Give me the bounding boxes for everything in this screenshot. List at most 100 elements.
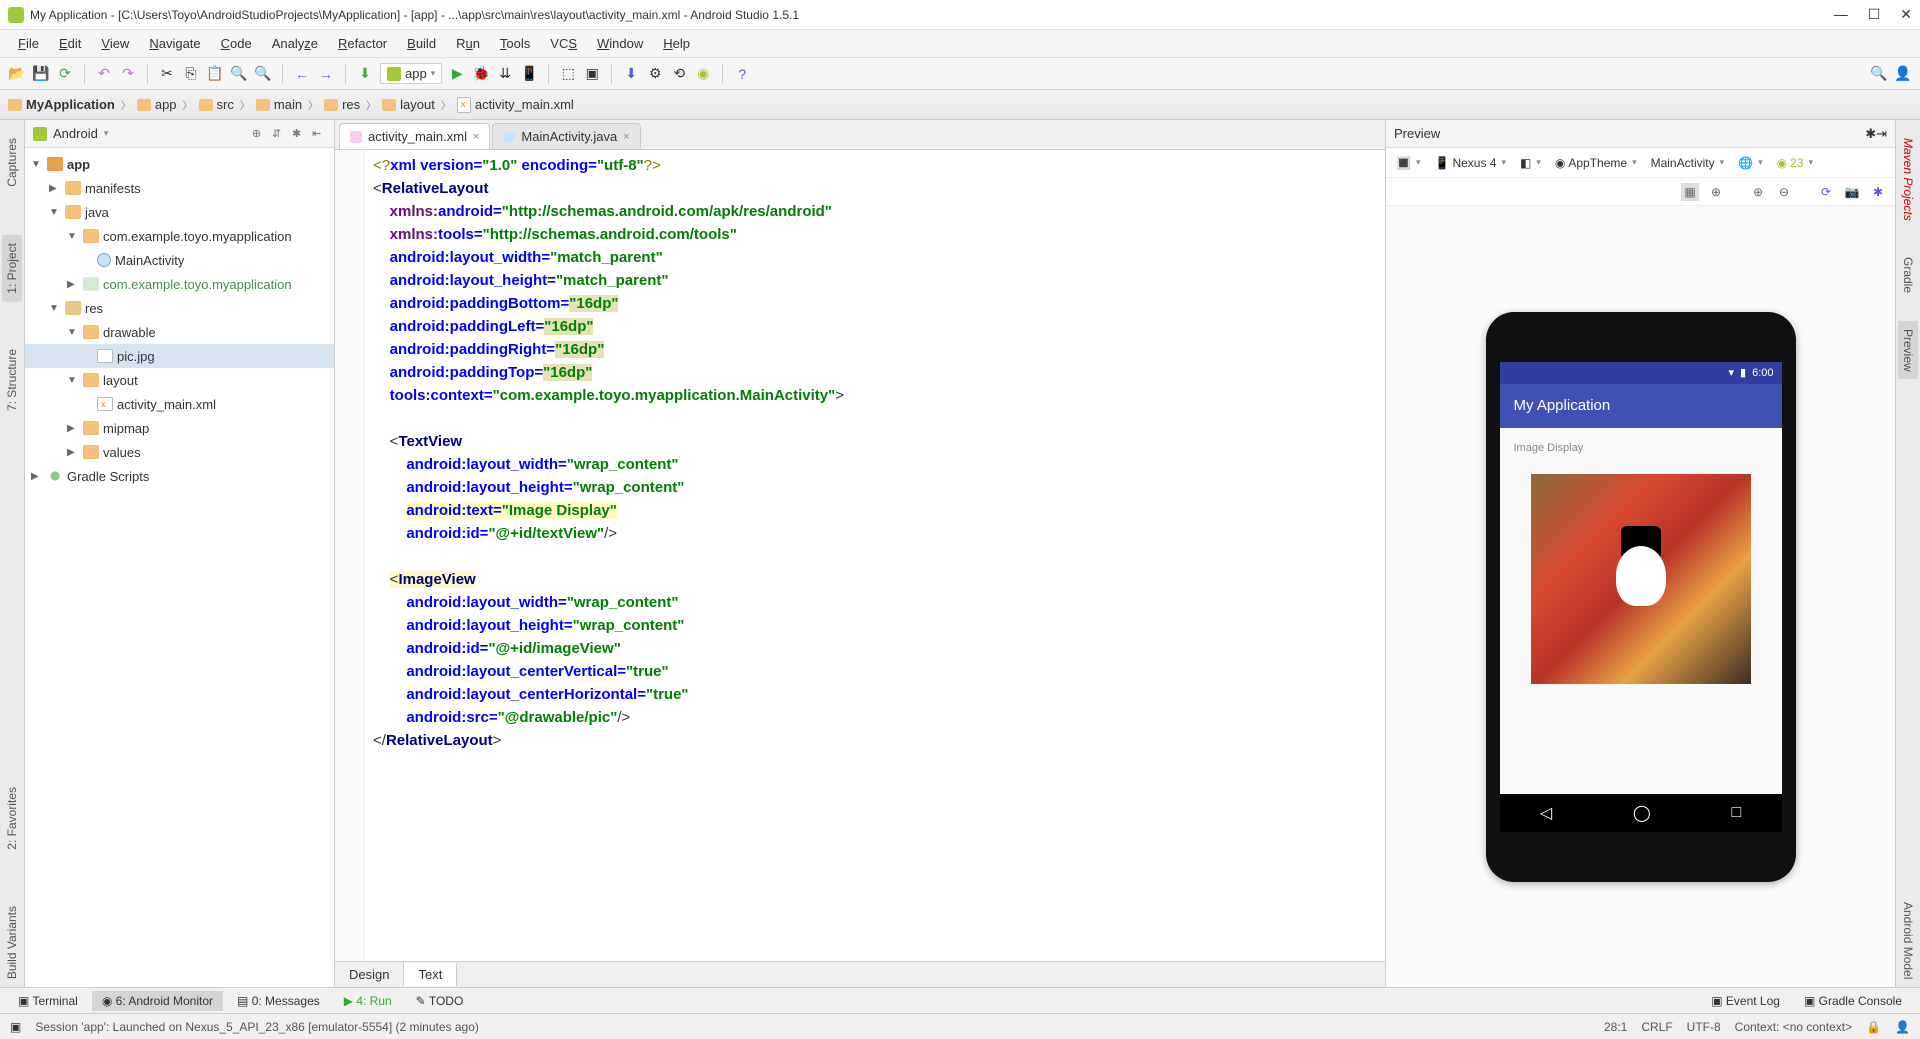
api-dropdown[interactable]: ◉23 — [1773, 154, 1817, 172]
tree-pkg1[interactable]: ▼com.example.toyo.myapplication — [25, 224, 334, 248]
menu-window[interactable]: Window — [587, 32, 653, 55]
menu-file[interactable]: File — [8, 32, 49, 55]
crumb-src[interactable]: src — [199, 97, 234, 112]
tree-res[interactable]: ▼res — [25, 296, 334, 320]
menu-view[interactable]: View — [91, 32, 139, 55]
tab-project[interactable]: 1: Project — [2, 235, 22, 302]
menu-refactor[interactable]: Refactor — [328, 32, 397, 55]
fit-icon[interactable]: ▦ — [1681, 183, 1699, 201]
hide-icon[interactable]: ⇤ — [312, 127, 326, 141]
sync-gradle-icon[interactable]: ⟲ — [670, 65, 688, 83]
module-selector[interactable]: app ▾ — [380, 63, 442, 84]
project-structure-icon[interactable]: ⚙ — [646, 65, 664, 83]
status-line-sep[interactable]: CRLF — [1641, 1020, 1672, 1034]
tree-manifests[interactable]: ▶manifests — [25, 176, 334, 200]
back-icon[interactable]: ← — [293, 65, 311, 83]
status-inspector-icon[interactable]: 👤 — [1895, 1020, 1910, 1034]
undo-icon[interactable]: ↶ — [95, 65, 113, 83]
screenshot-icon[interactable]: 📷 — [1843, 183, 1861, 201]
sdk-icon[interactable]: ⬇ — [622, 65, 640, 83]
tab-captures[interactable]: Captures — [2, 130, 22, 195]
gear-icon[interactable]: ✱ — [1865, 126, 1876, 142]
device-icon[interactable]: 📱 — [520, 65, 538, 83]
tab-event-log[interactable]: ▣ Event Log — [1701, 991, 1790, 1011]
close-button[interactable]: ✕ — [1900, 6, 1912, 23]
tree-gradle[interactable]: ▶Gradle Scripts — [25, 464, 334, 488]
tree-mainactivity[interactable]: MainActivity — [25, 248, 334, 272]
tree-layout[interactable]: ▼layout — [25, 368, 334, 392]
menu-navigate[interactable]: Navigate — [139, 32, 210, 55]
crumb-root[interactable]: MyApplication — [8, 97, 115, 112]
menu-code[interactable]: Code — [211, 32, 262, 55]
tab-gradle[interactable]: Gradle — [1898, 249, 1918, 301]
tree-app[interactable]: ▼app — [25, 152, 334, 176]
cut-icon[interactable]: ✂ — [158, 65, 176, 83]
zoom-in-icon[interactable]: ⊕ — [1749, 183, 1767, 201]
help-icon[interactable]: ? — [733, 65, 751, 83]
stop-icon[interactable]: ⬚ — [559, 65, 577, 83]
hide-preview-icon[interactable]: ⇥ — [1876, 126, 1887, 142]
back-nav-icon[interactable]: ◁ — [1540, 803, 1552, 823]
menu-edit[interactable]: Edit — [49, 32, 91, 55]
attach-icon[interactable]: ⇊ — [496, 65, 514, 83]
avd-icon[interactable]: ▣ — [583, 65, 601, 83]
home-nav-icon[interactable]: ◯ — [1633, 803, 1651, 823]
crumb-file[interactable]: activity_main.xml — [457, 97, 574, 113]
search-everywhere-icon[interactable]: 🔍 — [1870, 65, 1888, 83]
refresh-icon[interactable]: ⟳ — [1817, 183, 1835, 201]
status-position[interactable]: 28:1 — [1604, 1020, 1627, 1034]
status-expand-icon[interactable]: ▣ — [10, 1020, 21, 1034]
tree-activity-main[interactable]: activity_main.xml — [25, 392, 334, 416]
tab-favorites[interactable]: 2: Favorites — [2, 779, 22, 858]
forward-icon[interactable]: → — [317, 65, 335, 83]
make-icon[interactable]: ⬇ — [356, 65, 374, 83]
crumb-res[interactable]: res — [324, 97, 360, 112]
replace-icon[interactable]: 🔍 — [254, 65, 272, 83]
project-view-selector[interactable]: Android — [53, 126, 98, 141]
menu-run[interactable]: Run — [446, 32, 490, 55]
tab-android-model[interactable]: Android Model — [1898, 894, 1918, 987]
tree-drawable[interactable]: ▼drawable — [25, 320, 334, 344]
tab-mainactivity-java[interactable]: MainActivity.java × — [492, 123, 640, 149]
menu-analyze[interactable]: Analyze — [262, 32, 328, 55]
tab-run[interactable]: ▶ 4: Run — [334, 991, 402, 1011]
save-icon[interactable]: 💾 — [32, 65, 50, 83]
crumb-main[interactable]: main — [256, 97, 302, 112]
minimize-button[interactable]: — — [1834, 6, 1848, 23]
sync-icon[interactable]: ⟳ — [56, 65, 74, 83]
crumb-layout[interactable]: layout — [382, 97, 435, 112]
status-context[interactable]: Context: <no context> — [1735, 1020, 1852, 1034]
locale-dropdown[interactable]: 🌐 — [1734, 154, 1766, 172]
code-lines[interactable]: <?xml version="1.0" encoding="utf-8"?> <… — [365, 150, 1385, 961]
debug-icon[interactable]: 🐞 — [472, 65, 490, 83]
tab-activity-main-xml[interactable]: activity_main.xml × — [339, 123, 490, 149]
device-dropdown[interactable]: 📱 Nexus 4 — [1430, 154, 1510, 172]
collapse-icon[interactable]: ⊕ — [252, 127, 266, 141]
code-editor[interactable]: <?xml version="1.0" encoding="utf-8"?> <… — [335, 150, 1385, 961]
crumb-app[interactable]: app — [137, 97, 177, 112]
menu-help[interactable]: Help — [653, 32, 700, 55]
paste-icon[interactable]: 📋 — [206, 65, 224, 83]
tree-java[interactable]: ▼java — [25, 200, 334, 224]
orientation-dropdown[interactable]: ◧ — [1516, 154, 1545, 172]
status-encoding[interactable]: UTF-8 — [1687, 1020, 1721, 1034]
menu-build[interactable]: Build — [397, 32, 446, 55]
tree-values[interactable]: ▶values — [25, 440, 334, 464]
copy-icon[interactable]: ⎘ — [182, 65, 200, 83]
tab-android-monitor[interactable]: ◉ 6: Android Monitor — [92, 991, 223, 1011]
recent-nav-icon[interactable]: □ — [1731, 804, 1741, 822]
open-icon[interactable]: 📂 — [8, 65, 26, 83]
avatar-icon[interactable]: 👤 — [1894, 65, 1912, 83]
tree-mipmap[interactable]: ▶mipmap — [25, 416, 334, 440]
maximize-button[interactable]: ☐ — [1868, 6, 1881, 23]
menu-tools[interactable]: Tools — [490, 32, 540, 55]
android-device-icon[interactable]: ◉ — [694, 65, 712, 83]
tab-text[interactable]: Text — [404, 963, 457, 986]
expand-icon[interactable]: ⇵ — [272, 127, 286, 141]
tab-maven[interactable]: Maven Projects — [1898, 130, 1918, 229]
settings-preview-icon[interactable]: ✱ — [1869, 183, 1887, 201]
find-icon[interactable]: 🔍 — [230, 65, 248, 83]
tab-todo[interactable]: ✎ TODO — [406, 991, 474, 1011]
close-tab-icon[interactable]: × — [473, 131, 479, 143]
tab-terminal[interactable]: ▣ Terminal — [8, 991, 88, 1011]
